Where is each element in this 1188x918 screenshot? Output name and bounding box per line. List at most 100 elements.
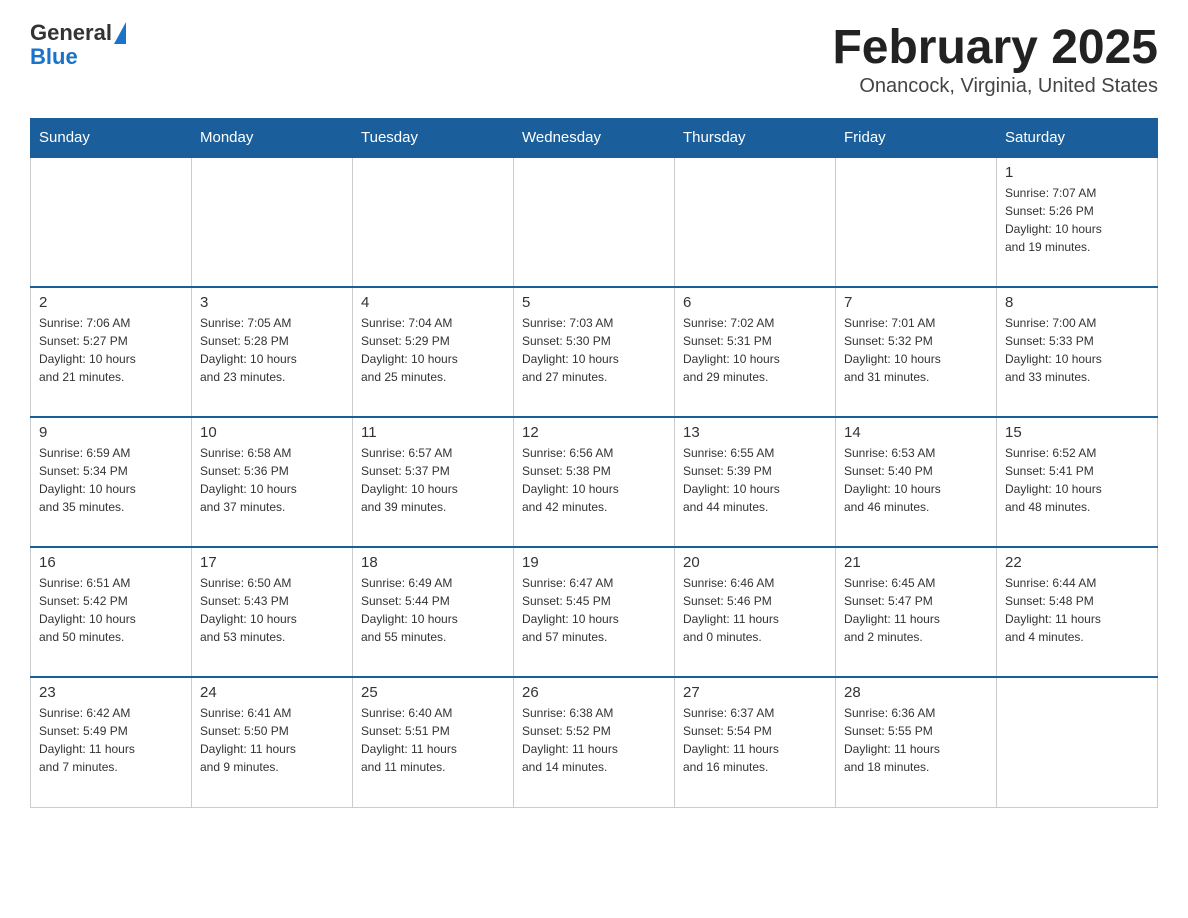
day-number: 22 <box>1005 554 1149 571</box>
calendar-cell: 1 Sunrise: 7:07 AM Sunset: 5:26 PM Daylig… <box>997 157 1158 287</box>
day-info: Sunrise: 7:01 AM Sunset: 5:32 PM Dayligh… <box>844 314 988 386</box>
day-info: Sunrise: 6:58 AM Sunset: 5:36 PM Dayligh… <box>200 444 344 516</box>
calendar-cell <box>31 157 192 287</box>
day-number: 11 <box>361 424 505 441</box>
day-number: 18 <box>361 554 505 571</box>
weekday-header-monday: Monday <box>192 119 353 158</box>
day-info: Sunrise: 6:47 AM Sunset: 5:45 PM Dayligh… <box>522 574 666 646</box>
day-number: 25 <box>361 684 505 701</box>
calendar-week-row: 9 Sunrise: 6:59 AM Sunset: 5:34 PM Daylig… <box>31 417 1158 547</box>
day-number: 17 <box>200 554 344 571</box>
day-number: 21 <box>844 554 988 571</box>
calendar-week-row: 16Sunrise: 6:51 AM Sunset: 5:42 PM Dayli… <box>31 547 1158 677</box>
day-number: 27 <box>683 684 827 701</box>
day-number: 23 <box>39 684 183 701</box>
calendar-cell <box>675 157 836 287</box>
calendar-cell <box>836 157 997 287</box>
calendar-cell: 23 Sunrise: 6:42 AM Sunset: 5:49 PM Dayli… <box>31 677 192 807</box>
day-info: Sunrise: 6:36 AM Sunset: 5:55 PM Dayligh… <box>844 704 988 776</box>
day-number: 7 <box>844 294 988 311</box>
calendar-cell: 6Sunrise: 7:02 AM Sunset: 5:31 PM Daylig… <box>675 287 836 417</box>
calendar-cell: 16Sunrise: 6:51 AM Sunset: 5:42 PM Dayli… <box>31 547 192 677</box>
day-number: 2 <box>39 294 183 311</box>
page-header: General Blue February 2025 Onancock, Vir… <box>30 20 1158 98</box>
calendar-cell: 20 Sunrise: 6:46 AM Sunset: 5:46 PM Dayli… <box>675 547 836 677</box>
calendar-cell: 18Sunrise: 6:49 AM Sunset: 5:44 PM Dayli… <box>353 547 514 677</box>
day-number: 24 <box>200 684 344 701</box>
calendar-cell <box>997 677 1158 807</box>
weekday-header-thursday: Thursday <box>675 119 836 158</box>
logo-general-text: General <box>30 20 112 46</box>
day-info: Sunrise: 6:42 AM Sunset: 5:49 PM Dayligh… <box>39 704 183 776</box>
day-info: Sunrise: 6:57 AM Sunset: 5:37 PM Dayligh… <box>361 444 505 516</box>
calendar-cell: 19 Sunrise: 6:47 AM Sunset: 5:45 PM Dayli… <box>514 547 675 677</box>
day-number: 14 <box>844 424 988 441</box>
day-number: 13 <box>683 424 827 441</box>
day-info: Sunrise: 6:55 AM Sunset: 5:39 PM Dayligh… <box>683 444 827 516</box>
calendar-cell: 2Sunrise: 7:06 AM Sunset: 5:27 PM Daylig… <box>31 287 192 417</box>
calendar-cell: 13 Sunrise: 6:55 AM Sunset: 5:39 PM Dayli… <box>675 417 836 547</box>
calendar-cell: 3Sunrise: 7:05 AM Sunset: 5:28 PM Daylig… <box>192 287 353 417</box>
calendar-cell: 15 Sunrise: 6:52 AM Sunset: 5:41 PM Dayli… <box>997 417 1158 547</box>
calendar-cell: 25Sunrise: 6:40 AM Sunset: 5:51 PM Dayli… <box>353 677 514 807</box>
day-info: Sunrise: 7:05 AM Sunset: 5:28 PM Dayligh… <box>200 314 344 386</box>
day-info: Sunrise: 6:53 AM Sunset: 5:40 PM Dayligh… <box>844 444 988 516</box>
calendar-cell: 9 Sunrise: 6:59 AM Sunset: 5:34 PM Daylig… <box>31 417 192 547</box>
day-info: Sunrise: 7:07 AM Sunset: 5:26 PM Dayligh… <box>1005 184 1149 256</box>
calendar-cell <box>192 157 353 287</box>
day-number: 20 <box>683 554 827 571</box>
calendar-cell: 26 Sunrise: 6:38 AM Sunset: 5:52 PM Dayli… <box>514 677 675 807</box>
day-number: 4 <box>361 294 505 311</box>
calendar-cell <box>353 157 514 287</box>
weekday-header-wednesday: Wednesday <box>514 119 675 158</box>
day-info: Sunrise: 6:45 AM Sunset: 5:47 PM Dayligh… <box>844 574 988 646</box>
weekday-header-tuesday: Tuesday <box>353 119 514 158</box>
weekday-header-row: SundayMondayTuesdayWednesdayThursdayFrid… <box>31 119 1158 158</box>
day-info: Sunrise: 6:56 AM Sunset: 5:38 PM Dayligh… <box>522 444 666 516</box>
day-info: Sunrise: 7:04 AM Sunset: 5:29 PM Dayligh… <box>361 314 505 386</box>
weekday-header-sunday: Sunday <box>31 119 192 158</box>
day-info: Sunrise: 7:03 AM Sunset: 5:30 PM Dayligh… <box>522 314 666 386</box>
day-number: 26 <box>522 684 666 701</box>
day-number: 12 <box>522 424 666 441</box>
day-info: Sunrise: 6:52 AM Sunset: 5:41 PM Dayligh… <box>1005 444 1149 516</box>
location-text: Onancock, Virginia, United States <box>832 75 1158 98</box>
calendar-cell: 22 Sunrise: 6:44 AM Sunset: 5:48 PM Dayli… <box>997 547 1158 677</box>
day-info: Sunrise: 7:00 AM Sunset: 5:33 PM Dayligh… <box>1005 314 1149 386</box>
day-info: Sunrise: 6:44 AM Sunset: 5:48 PM Dayligh… <box>1005 574 1149 646</box>
day-number: 5 <box>522 294 666 311</box>
calendar-table: SundayMondayTuesdayWednesdayThursdayFrid… <box>30 118 1158 808</box>
calendar-cell: 8 Sunrise: 7:00 AM Sunset: 5:33 PM Daylig… <box>997 287 1158 417</box>
day-number: 19 <box>522 554 666 571</box>
day-info: Sunrise: 6:38 AM Sunset: 5:52 PM Dayligh… <box>522 704 666 776</box>
day-info: Sunrise: 7:02 AM Sunset: 5:31 PM Dayligh… <box>683 314 827 386</box>
calendar-cell <box>514 157 675 287</box>
calendar-cell: 17 Sunrise: 6:50 AM Sunset: 5:43 PM Dayli… <box>192 547 353 677</box>
calendar-cell: 10Sunrise: 6:58 AM Sunset: 5:36 PM Dayli… <box>192 417 353 547</box>
day-number: 8 <box>1005 294 1149 311</box>
logo-blue-text: Blue <box>30 44 78 70</box>
weekday-header-friday: Friday <box>836 119 997 158</box>
logo: General Blue <box>30 20 126 70</box>
calendar-cell: 14 Sunrise: 6:53 AM Sunset: 5:40 PM Dayli… <box>836 417 997 547</box>
calendar-cell: 27 Sunrise: 6:37 AM Sunset: 5:54 PM Dayli… <box>675 677 836 807</box>
day-info: Sunrise: 6:59 AM Sunset: 5:34 PM Dayligh… <box>39 444 183 516</box>
calendar-cell: 24 Sunrise: 6:41 AM Sunset: 5:50 PM Dayli… <box>192 677 353 807</box>
calendar-cell: 7 Sunrise: 7:01 AM Sunset: 5:32 PM Daylig… <box>836 287 997 417</box>
day-number: 1 <box>1005 164 1149 181</box>
calendar-cell: 11 Sunrise: 6:57 AM Sunset: 5:37 PM Dayli… <box>353 417 514 547</box>
day-number: 15 <box>1005 424 1149 441</box>
calendar-cell: 5 Sunrise: 7:03 AM Sunset: 5:30 PM Daylig… <box>514 287 675 417</box>
calendar-week-row: 2Sunrise: 7:06 AM Sunset: 5:27 PM Daylig… <box>31 287 1158 417</box>
day-info: Sunrise: 6:51 AM Sunset: 5:42 PM Dayligh… <box>39 574 183 646</box>
day-number: 9 <box>39 424 183 441</box>
calendar-week-row: 23 Sunrise: 6:42 AM Sunset: 5:49 PM Dayli… <box>31 677 1158 807</box>
month-title: February 2025 <box>832 20 1158 75</box>
day-info: Sunrise: 6:41 AM Sunset: 5:50 PM Dayligh… <box>200 704 344 776</box>
day-info: Sunrise: 6:37 AM Sunset: 5:54 PM Dayligh… <box>683 704 827 776</box>
day-info: Sunrise: 6:50 AM Sunset: 5:43 PM Dayligh… <box>200 574 344 646</box>
day-info: Sunrise: 6:46 AM Sunset: 5:46 PM Dayligh… <box>683 574 827 646</box>
calendar-cell: 12 Sunrise: 6:56 AM Sunset: 5:38 PM Dayli… <box>514 417 675 547</box>
weekday-header-saturday: Saturday <box>997 119 1158 158</box>
title-block: February 2025 Onancock, Virginia, United… <box>832 20 1158 98</box>
